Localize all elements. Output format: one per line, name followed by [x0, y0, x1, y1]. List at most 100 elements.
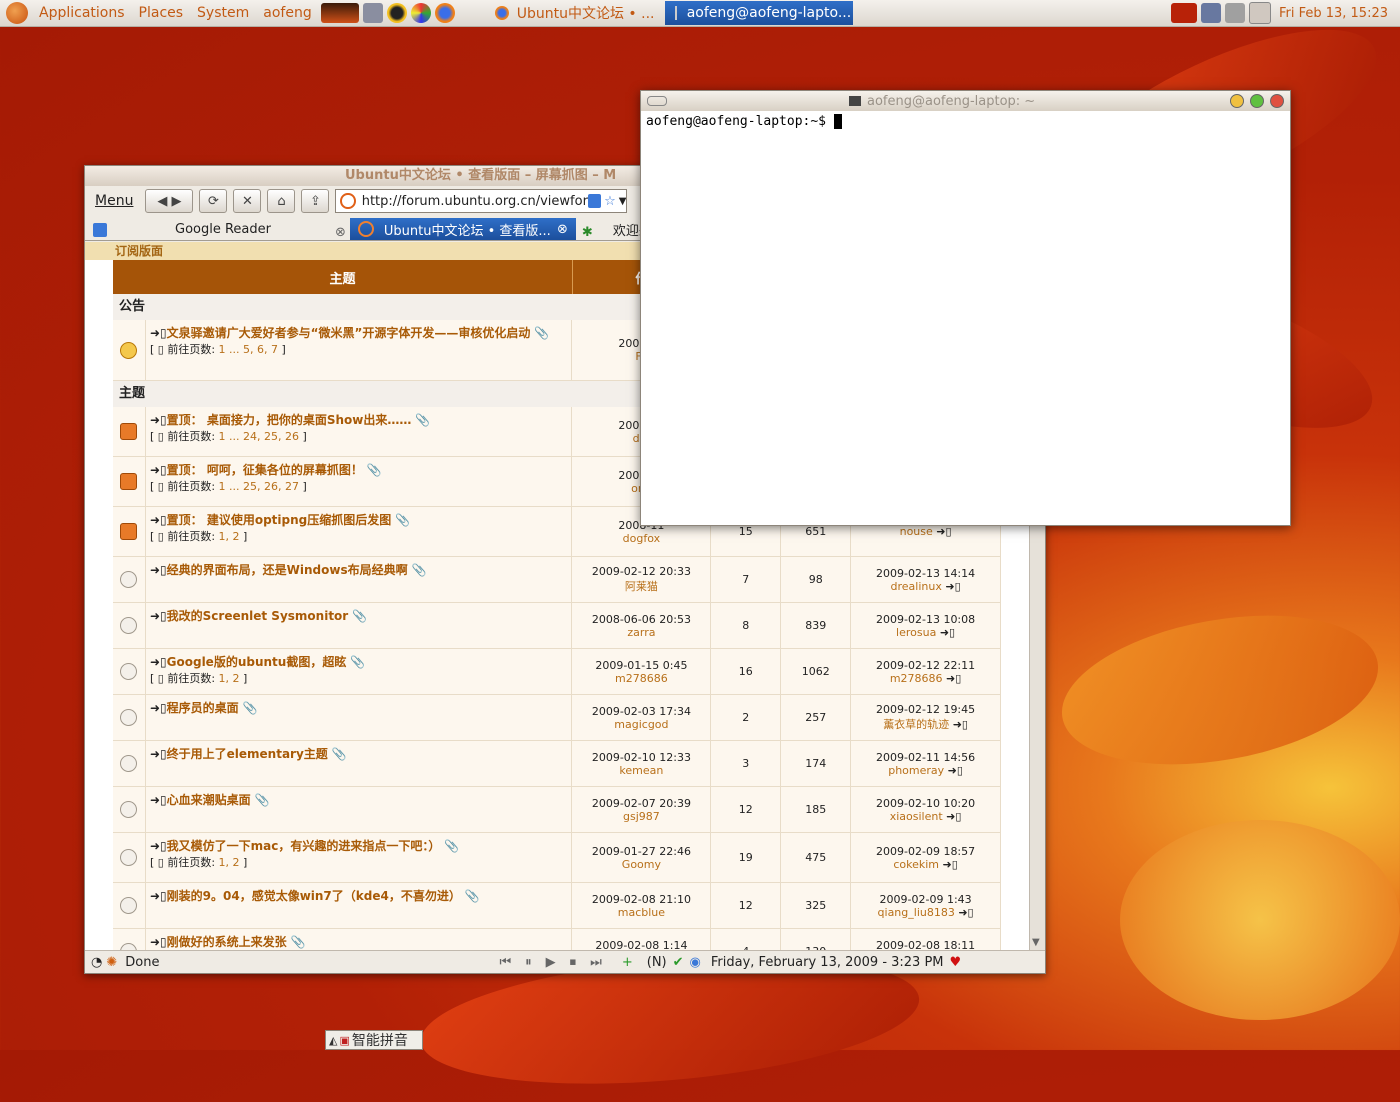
wallpaper-thumb-icon[interactable]	[1170, 3, 1197, 23]
topic-title[interactable]: Google版的ubuntu截图，超眩	[167, 655, 347, 669]
page-links[interactable]: 1, 2	[219, 856, 240, 869]
settings-icon[interactable]	[362, 3, 383, 23]
url-dropdown-icon[interactable]: ▼	[619, 196, 627, 207]
post-author[interactable]: 阿莱猫	[572, 578, 710, 594]
tab-google-reader[interactable]: Google Reader	[115, 218, 331, 240]
post-author[interactable]: gsj987	[572, 810, 710, 823]
new-post-icon[interactable]: ➜▯	[150, 935, 167, 949]
post-author[interactable]: zarra	[572, 626, 710, 639]
tab-list-icon[interactable]	[93, 223, 107, 237]
menu-system[interactable]: System	[190, 5, 256, 21]
topic-title[interactable]: 刚做好的系统上来发张	[167, 935, 287, 949]
media-controls[interactable]: ⏮⏸▶⏹⏭	[499, 955, 615, 970]
topic-title[interactable]: 我改的Screenlet Sysmonitor	[167, 609, 349, 623]
firefox-launcher-icon[interactable]	[434, 3, 455, 23]
page-links[interactable]: 1, 2	[219, 530, 240, 543]
reload-icon[interactable]: ⟳	[199, 189, 228, 213]
menu-user[interactable]: aofeng	[256, 5, 318, 21]
new-post-icon[interactable]: ➜▯	[150, 701, 167, 715]
tab-close-icon[interactable]: ⊗	[557, 222, 568, 237]
tab-close-icon[interactable]: ⊗	[335, 225, 346, 240]
topic-title[interactable]: 我又模仿了一下mac，有兴趣的进来指点一下吧：）	[167, 839, 441, 853]
ime-status-bar[interactable]: ◭ ▣ 智能拼音	[325, 1030, 423, 1050]
post-author[interactable]: magicgod	[572, 718, 710, 731]
goto-last-icon[interactable]: ➜▯	[940, 626, 955, 639]
home-icon[interactable]: ⌂	[267, 189, 296, 213]
topic-title[interactable]: 刚装的9。04，感觉太像win7了（kde4，不喜勿进）	[167, 889, 461, 903]
task-terminal[interactable]: aofeng@aofeng-lapto...	[664, 1, 853, 25]
post-author[interactable]: m278686	[572, 672, 710, 685]
goto-last-icon[interactable]: ➜▯	[946, 672, 961, 685]
back-forward-button[interactable]: ◀ ▶	[145, 189, 194, 213]
topic-title[interactable]: 置顶： 呵呵，征集各位的屏幕抓图！	[167, 463, 363, 477]
bookmark-star-icon[interactable]: ☆	[604, 194, 616, 209]
topic-title[interactable]: 置顶： 建议使用optipng压缩抓图后发图	[167, 513, 392, 527]
last-post-user[interactable]: qiang_liu8183	[878, 906, 955, 919]
menu-places[interactable]: Places	[132, 5, 191, 21]
post-author[interactable]: kemean	[572, 764, 710, 777]
page-links[interactable]: 1 ... 5, 6, 7	[219, 343, 278, 356]
stop-icon[interactable]: ✕	[233, 189, 262, 213]
goto-last-icon[interactable]: ➜▯	[958, 906, 973, 919]
new-post-icon[interactable]: ➜▯	[150, 513, 167, 527]
post-author[interactable]: macblue	[572, 906, 710, 919]
last-post-user[interactable]: cokekim	[893, 858, 939, 871]
last-post-user[interactable]: nouse	[900, 525, 933, 538]
volume-icon[interactable]	[1224, 3, 1245, 23]
maximize-icon[interactable]	[1250, 94, 1264, 108]
terminal-titlebar[interactable]: aofeng@aofeng-laptop: ~	[641, 91, 1290, 111]
new-post-icon[interactable]: ➜▯	[150, 889, 167, 903]
topic-title[interactable]: 心血来潮贴桌面	[167, 793, 251, 807]
goto-last-icon[interactable]: ➜▯	[953, 718, 968, 731]
network-icon[interactable]	[1200, 3, 1221, 23]
new-post-icon[interactable]: ➜▯	[150, 793, 167, 807]
status-n[interactable]: (N)	[647, 955, 667, 970]
scroll-down-arrow[interactable]: ▼	[1032, 937, 1040, 948]
last-post-user[interactable]: m278686	[890, 672, 943, 685]
new-post-icon[interactable]: ➜▯	[150, 655, 167, 669]
last-post-user[interactable]: lerosua	[896, 626, 936, 639]
new-post-icon[interactable]: ➜▯	[150, 747, 167, 761]
window-menu-icon[interactable]	[647, 96, 667, 106]
system-monitor-icon[interactable]	[320, 3, 359, 23]
new-post-icon[interactable]: ➜▯	[150, 463, 167, 477]
rss-icon[interactable]	[587, 194, 602, 208]
add-icon[interactable]: +	[622, 955, 633, 970]
close-icon[interactable]	[1270, 94, 1284, 108]
terminal-body[interactable]: aofeng@aofeng-laptop:~$	[641, 111, 1290, 132]
upload-icon[interactable]: ⇪	[301, 189, 330, 213]
last-post-user[interactable]: xiaosilent	[890, 810, 943, 823]
last-post-user[interactable]: drealinux	[891, 580, 942, 593]
menu-applications[interactable]: Applications	[32, 5, 132, 21]
new-post-icon[interactable]: ➜▯	[150, 609, 167, 623]
page-links[interactable]: 1 ... 24, 25, 26	[219, 430, 299, 443]
tab-ubuntu-forum[interactable]: Ubuntu中文论坛 • 查看版... ⊗	[349, 218, 576, 240]
goto-last-icon[interactable]: ➜▯	[945, 580, 960, 593]
menu-button[interactable]: Menu	[95, 193, 133, 209]
topic-title[interactable]: 终于用上了elementary主题	[167, 747, 328, 761]
topic-title[interactable]: 程序员的桌面	[167, 701, 239, 715]
goto-last-icon[interactable]: ➜▯	[948, 764, 963, 777]
new-post-icon[interactable]: ➜▯	[150, 563, 167, 577]
clock[interactable]: Fri Feb 13, 15:23	[1273, 6, 1400, 21]
last-post-user[interactable]: phomeray	[888, 764, 944, 777]
minimize-icon[interactable]	[1230, 94, 1244, 108]
new-post-icon[interactable]: ➜▯	[150, 839, 167, 853]
page-links[interactable]: 1, 2	[219, 672, 240, 685]
ubuntu-foot-icon[interactable]	[6, 2, 28, 24]
picasa-icon[interactable]	[410, 3, 431, 23]
keyboard-icon[interactable]	[1248, 2, 1271, 24]
topic-title[interactable]: 置顶： 桌面接力，把你的桌面Show出来……	[167, 413, 412, 427]
new-post-icon[interactable]: ➜▯	[150, 413, 167, 427]
url-bar[interactable]: http://forum.ubuntu.org.cn/viewfor ☆ ▼	[335, 189, 628, 213]
goto-last-icon[interactable]: ➜▯	[936, 525, 951, 538]
task-firefox[interactable]: Ubuntu中文论坛 • ...	[485, 1, 665, 25]
goto-last-icon[interactable]: ➜▯	[943, 858, 958, 871]
post-author[interactable]: Goomy	[572, 858, 710, 871]
qq-penguin-icon[interactable]	[386, 3, 407, 23]
topic-title[interactable]: 经典的界面布局，还是Windows布局经典啊	[167, 563, 408, 577]
new-post-icon[interactable]: ➜▯	[150, 326, 167, 340]
post-author[interactable]: dogfox	[572, 532, 710, 545]
goto-last-icon[interactable]: ➜▯	[946, 810, 961, 823]
topic-title[interactable]: 文泉驿邀请广大爱好者参与“微米黑”开源字体开发——审核优化启动	[167, 326, 531, 340]
